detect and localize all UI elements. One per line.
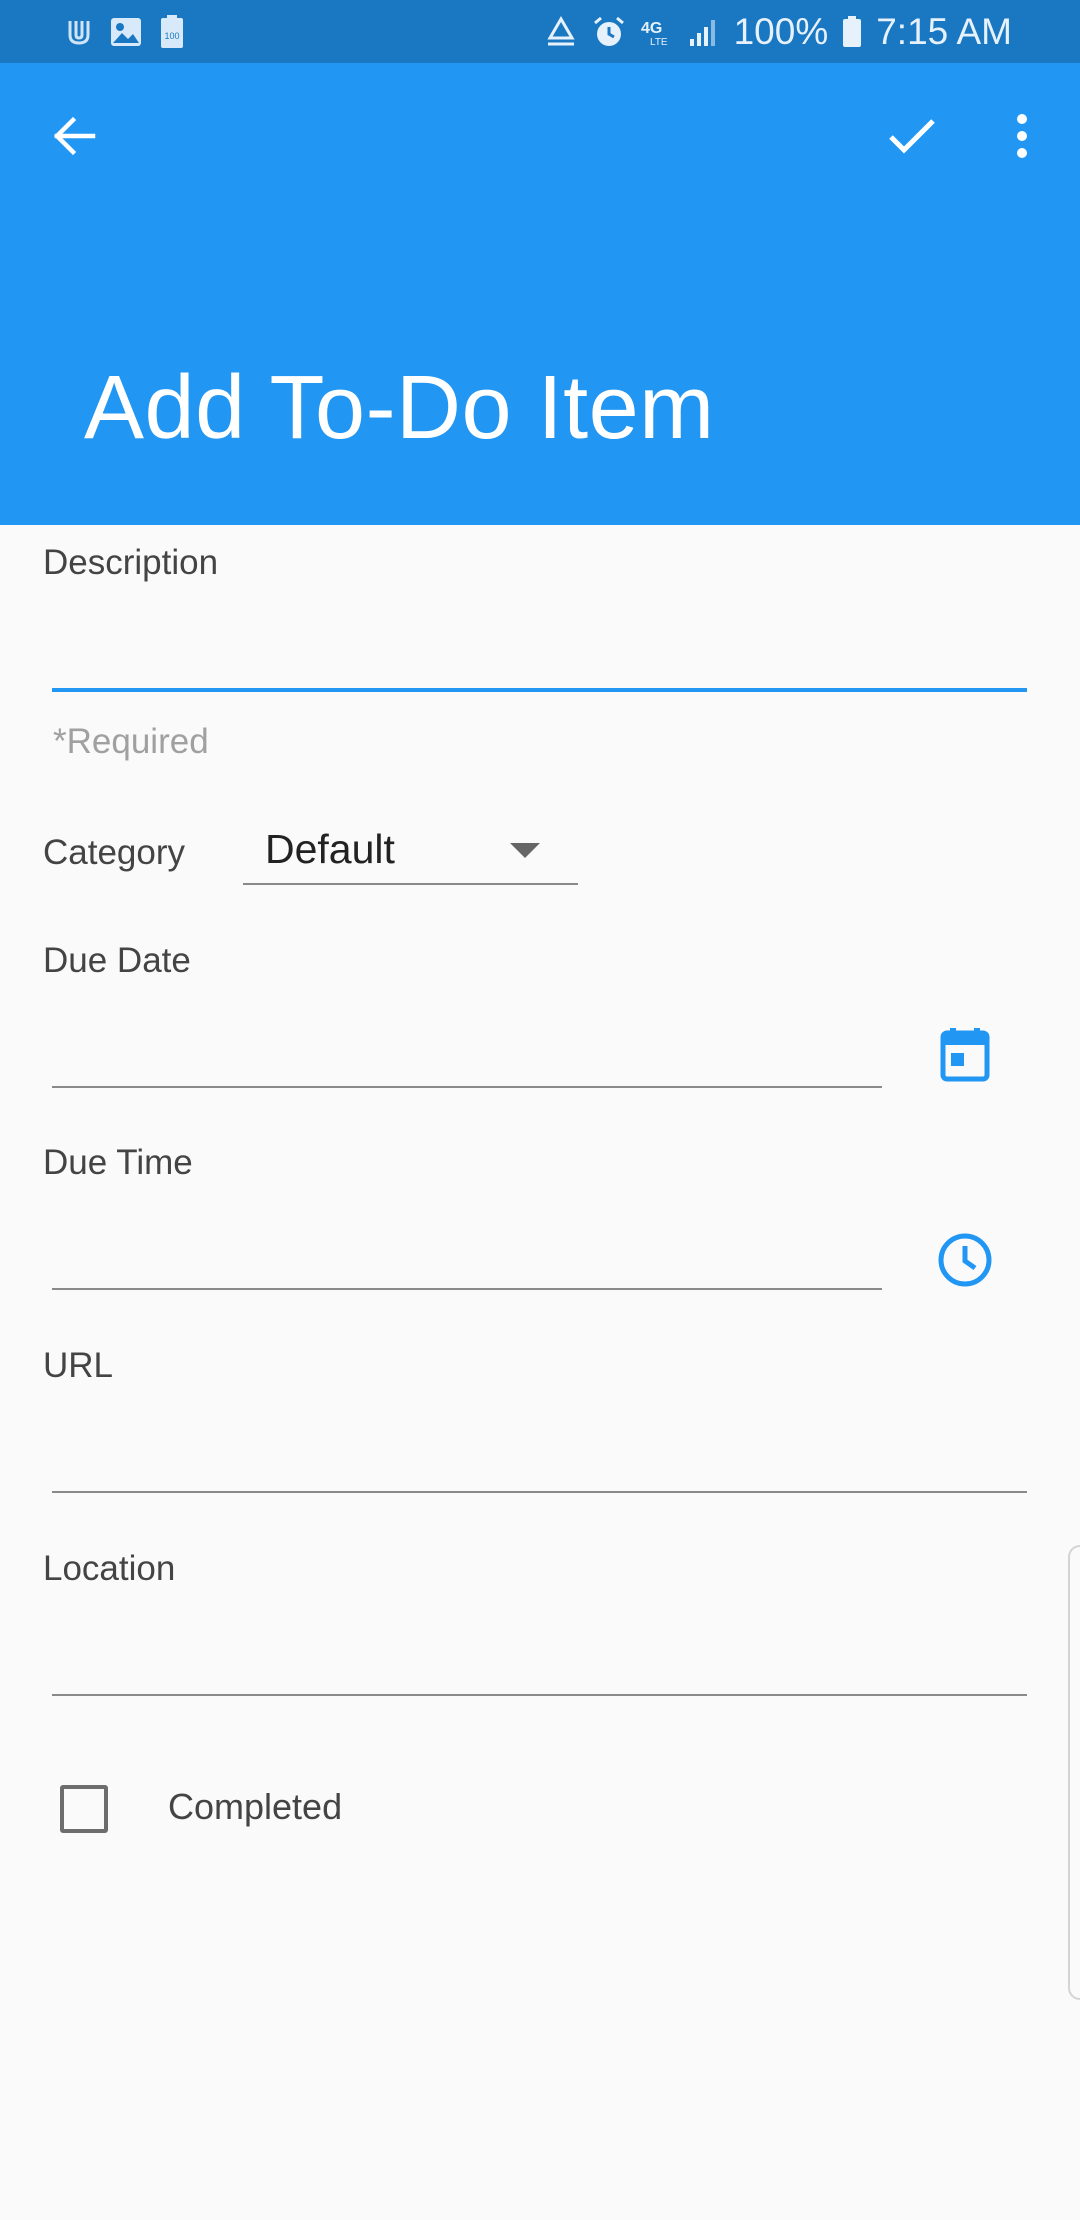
due-date-label: Due Date bbox=[43, 941, 191, 980]
location-underline bbox=[52, 1694, 1027, 1696]
image-icon bbox=[111, 18, 141, 46]
status-bar: 100 4G LTE 100% 7:15 AM bbox=[0, 0, 1080, 63]
status-notification-icons: 100 bbox=[66, 14, 184, 50]
4g-lte-icon: 4G LTE bbox=[641, 20, 668, 48]
svg-text:4G: 4G bbox=[641, 20, 662, 37]
more-vert-icon bbox=[1017, 114, 1027, 158]
dropdown-arrow-icon bbox=[510, 843, 540, 858]
svg-text:LTE: LTE bbox=[650, 37, 668, 48]
due-time-label: Due Time bbox=[43, 1143, 193, 1182]
page-title: Add To-Do Item bbox=[84, 358, 715, 458]
due-time-input[interactable] bbox=[53, 1222, 878, 1282]
status-system-icons: 4G LTE 100% 7:15 AM bbox=[544, 10, 1012, 54]
url-input[interactable] bbox=[53, 1425, 1023, 1485]
due-time-underline bbox=[52, 1288, 882, 1290]
check-icon bbox=[889, 119, 935, 154]
location-label: Location bbox=[43, 1549, 176, 1588]
alarm-icon bbox=[593, 16, 624, 46]
arrow-back-icon bbox=[53, 116, 96, 156]
overflow-menu-button[interactable] bbox=[982, 96, 1062, 176]
save-button[interactable] bbox=[872, 96, 952, 176]
calendar-icon bbox=[940, 1028, 990, 1082]
description-helper-text: *Required bbox=[53, 722, 209, 761]
date-picker-button[interactable] bbox=[930, 1020, 1000, 1090]
description-input[interactable] bbox=[53, 620, 1023, 680]
description-label: Description bbox=[43, 543, 219, 582]
clock-icon bbox=[938, 1233, 992, 1287]
battery-percent: 100% bbox=[733, 11, 829, 52]
due-date-input[interactable] bbox=[53, 1020, 878, 1080]
category-underline bbox=[243, 883, 578, 885]
completed-label: Completed bbox=[168, 1786, 343, 1827]
edge-panel-handle[interactable] bbox=[1068, 1545, 1080, 2000]
back-button[interactable] bbox=[34, 96, 114, 176]
category-selected-value: Default bbox=[265, 826, 395, 872]
location-input[interactable] bbox=[53, 1628, 1023, 1688]
battery-100-icon: 100 bbox=[161, 15, 183, 48]
time-picker-button[interactable] bbox=[930, 1225, 1000, 1295]
due-date-underline bbox=[52, 1086, 882, 1088]
sync-icon bbox=[546, 16, 575, 46]
signal-icon bbox=[689, 20, 715, 46]
url-underline bbox=[52, 1491, 1027, 1493]
url-label: URL bbox=[43, 1346, 114, 1385]
u-notification-icon bbox=[68, 21, 90, 45]
clock-time: 7:15 AM bbox=[876, 11, 1012, 52]
battery-icon bbox=[843, 16, 862, 47]
description-underline bbox=[52, 688, 1027, 692]
app-bar: Add To-Do Item bbox=[0, 63, 1080, 525]
completed-checkbox[interactable] bbox=[60, 1785, 108, 1833]
svg-text:100: 100 bbox=[164, 31, 179, 41]
category-label: Category bbox=[43, 833, 186, 872]
